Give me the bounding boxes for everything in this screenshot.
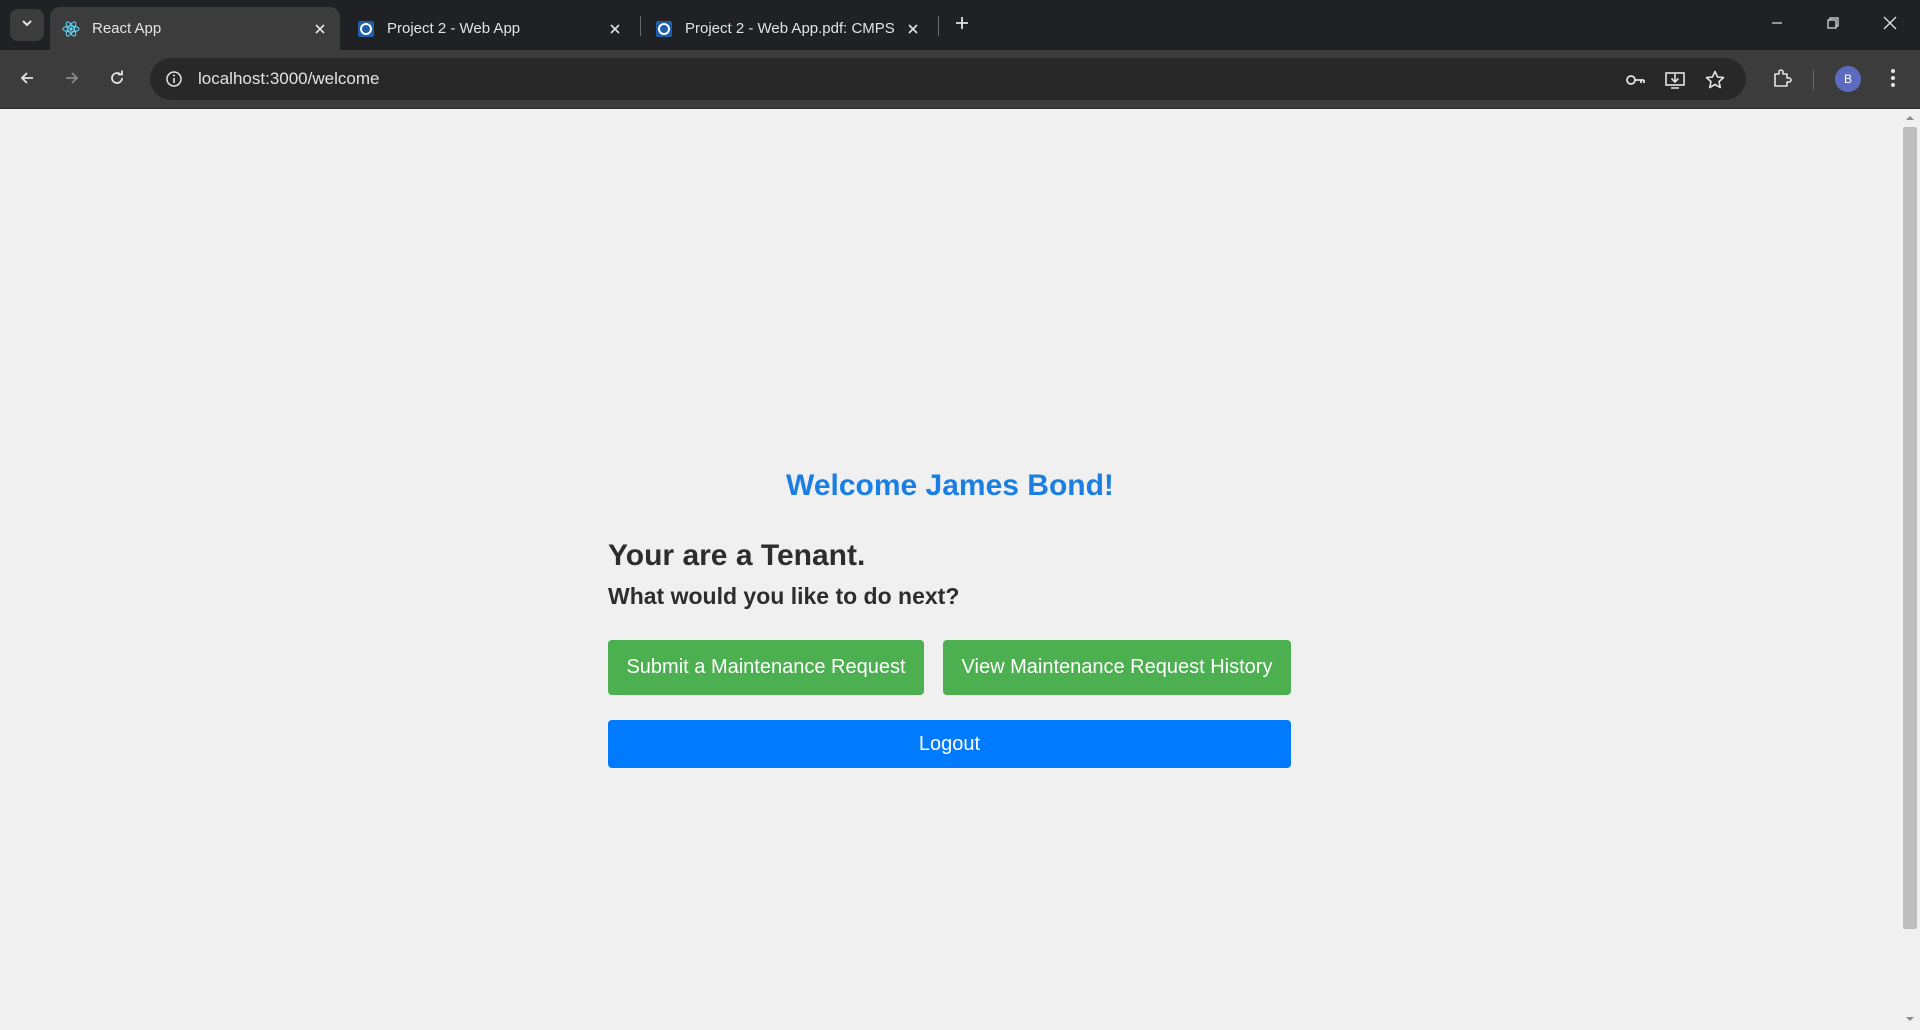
star-icon[interactable] [1702, 67, 1728, 93]
new-tab-button[interactable] [950, 13, 974, 37]
toolbar-divider [1813, 70, 1814, 90]
browser-toolbar: localhost:3000/welcome B [0, 50, 1920, 109]
reload-button[interactable] [102, 65, 132, 95]
extensions-button[interactable] [1767, 65, 1797, 95]
submit-request-button[interactable]: Submit a Maintenance Request [608, 640, 924, 695]
forward-icon [63, 69, 81, 92]
close-icon[interactable] [901, 17, 925, 41]
tab-title: Project 2 - Web App [387, 20, 521, 37]
page-viewport: Welcome James Bond! Your are a Tenant. W… [0, 109, 1900, 1030]
plus-icon [954, 15, 970, 36]
tab-title: Project 2 - Web App.pdf: CMPS [685, 20, 895, 37]
close-icon [1882, 15, 1898, 36]
view-history-button[interactable]: View Maintenance Request History [943, 640, 1291, 695]
scrollbar-thumb[interactable] [1903, 127, 1917, 929]
more-vert-icon [1890, 68, 1896, 93]
page-favicon-icon [357, 20, 375, 38]
extensions-icon [1771, 67, 1793, 94]
tab-search-button[interactable] [10, 9, 44, 41]
profile-avatar[interactable]: B [1835, 66, 1861, 92]
tab-divider [938, 16, 939, 36]
page-favicon-icon [655, 20, 673, 38]
menu-button[interactable] [1878, 65, 1908, 95]
tab-divider [640, 16, 641, 36]
back-icon [18, 69, 36, 92]
role-heading: Your are a Tenant. [608, 539, 866, 572]
address-bar[interactable]: localhost:3000/welcome [150, 58, 1746, 100]
scroll-down-arrow-icon[interactable] [1905, 1014, 1915, 1024]
tab-react-app[interactable]: React App [50, 7, 340, 50]
tab-project-pdf[interactable]: Project 2 - Web App.pdf: CMPS [643, 7, 933, 50]
key-icon[interactable] [1622, 67, 1648, 93]
react-icon [62, 20, 80, 38]
minimize-button[interactable] [1762, 10, 1792, 40]
close-window-button[interactable] [1875, 10, 1905, 40]
tab-title: React App [92, 20, 162, 37]
tab-project-web-app[interactable]: Project 2 - Web App [345, 7, 635, 50]
next-step-heading: What would you like to do next? [608, 583, 960, 609]
close-icon[interactable] [603, 17, 627, 41]
chevron-down-icon [20, 16, 34, 35]
forward-button[interactable] [57, 65, 87, 95]
action-buttons: Submit a Maintenance Request View Mainte… [608, 640, 1291, 695]
close-icon[interactable] [308, 17, 332, 41]
vertical-scrollbar[interactable] [1900, 109, 1920, 1030]
minimize-icon [1770, 16, 1784, 35]
install-icon[interactable] [1662, 67, 1688, 93]
scroll-up-arrow-icon[interactable] [1905, 113, 1915, 123]
restore-icon [1826, 16, 1840, 35]
action-panel: Your are a Tenant. What would you like t… [608, 539, 1291, 768]
restore-button[interactable] [1818, 10, 1848, 40]
tab-strip: React App Project 2 - Web App Project 2 … [0, 0, 1920, 50]
back-button[interactable] [12, 65, 42, 95]
info-icon[interactable] [162, 67, 186, 91]
reload-icon [108, 69, 126, 92]
url-text: localhost:3000/welcome [198, 69, 380, 88]
logout-button[interactable]: Logout [608, 720, 1291, 768]
browser-window: React App Project 2 - Web App Project 2 … [0, 0, 1920, 1030]
welcome-heading: Welcome James Bond! [786, 469, 1114, 502]
